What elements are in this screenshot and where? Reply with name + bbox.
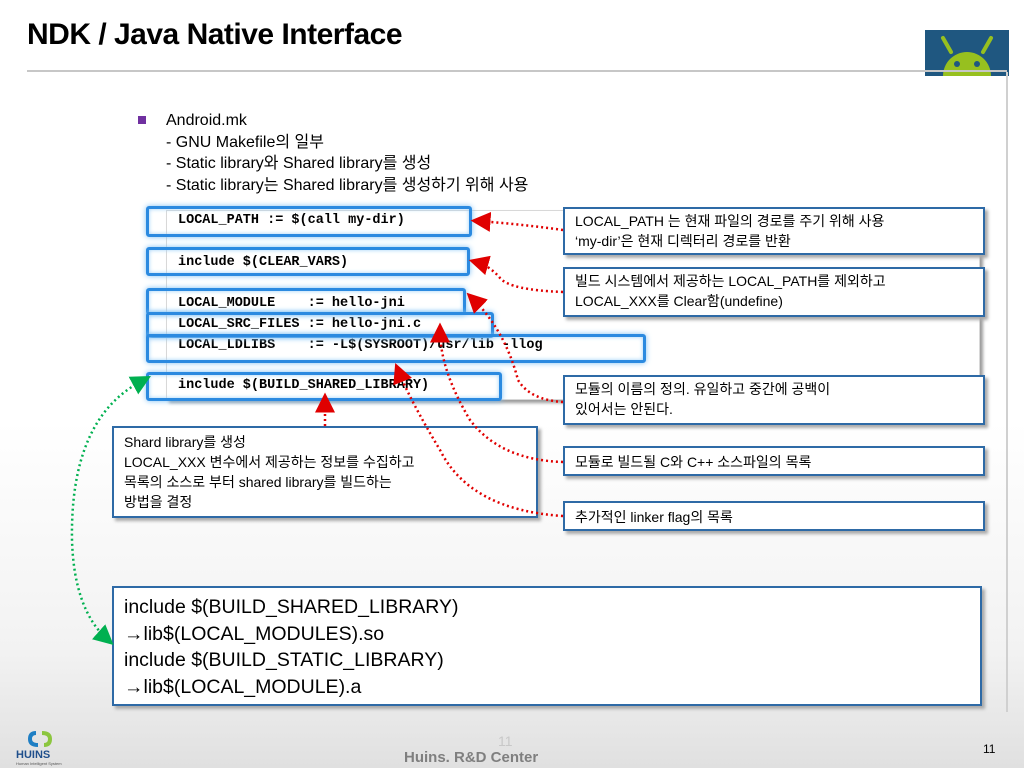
arrow-src-files [430, 322, 564, 464]
page-number: 11 [983, 742, 996, 756]
huins-logo-text: HUINS [16, 749, 50, 761]
footer-text: Huins. R&D Center [404, 749, 539, 766]
huins-logo-tagline: Human Intelligent System [16, 761, 62, 766]
arrow-green-link [70, 376, 151, 645]
arrow-ldlibs [393, 363, 564, 518]
arrow-clear-vars [468, 255, 564, 294]
arrow-local-path [470, 211, 564, 232]
huins-logo: HUINS Human Intelligent System [14, 727, 78, 767]
ghost-page-number: 11 [498, 733, 513, 749]
arrow-local-module [466, 292, 564, 404]
connector-arrows [70, 211, 564, 645]
